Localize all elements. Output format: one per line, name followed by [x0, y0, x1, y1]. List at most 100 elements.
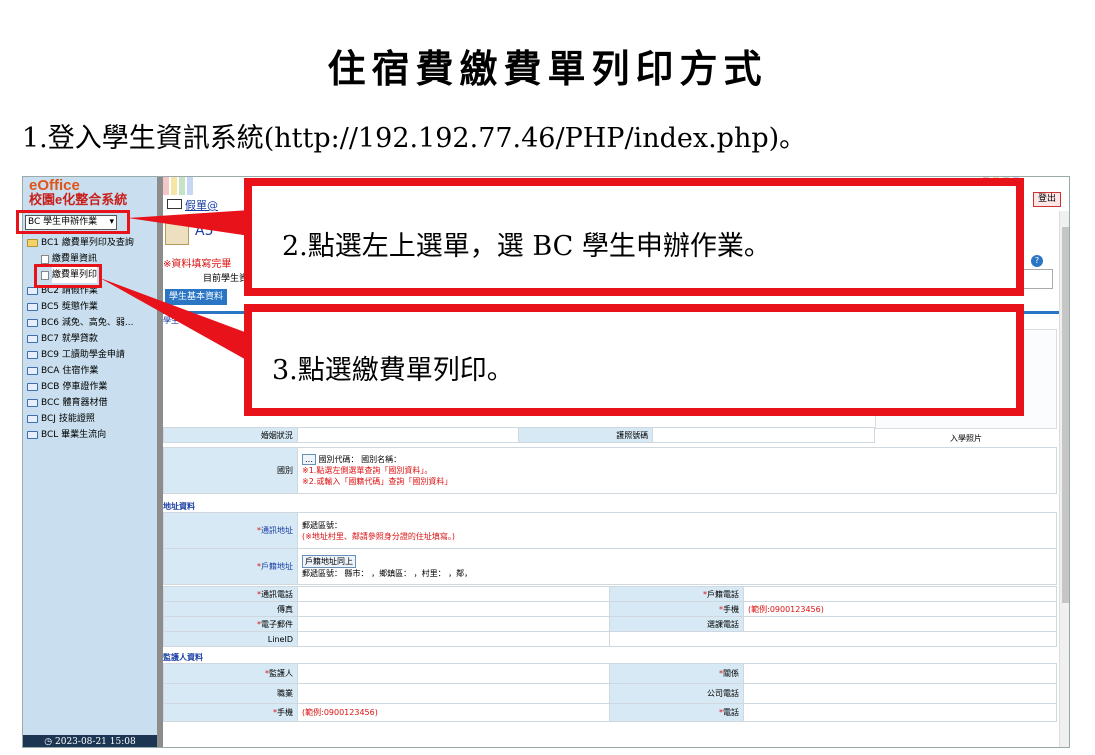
sidebar-item-bc9[interactable]: BC9 工讀助學金申請: [27, 347, 155, 363]
table-row: LineID: [163, 631, 1057, 647]
mail-address-cell[interactable]: 郵遞區號： (※地址村里、鄰請參照身分證的住址填寫。): [297, 512, 1057, 549]
guardian-label: 監護人: [163, 663, 298, 684]
reg-address-text: 郵遞區號： 縣市： ，鄉鎮區： ，村里： ，鄰，: [302, 568, 473, 578]
student-basic-table: 婚姻狀況 護照號碼: [163, 427, 875, 443]
marital-label: 婚姻狀況: [163, 427, 298, 443]
datetime-bar: ◷ 2023-08-21 15:08: [23, 735, 157, 747]
logo-line1: eOffice: [29, 177, 80, 194]
mobile-label: 手機: [609, 601, 744, 617]
document-title: 住宿費繳費單列印方式: [327, 46, 768, 91]
folder-icon: [27, 287, 38, 295]
table-row: 婚姻狀況 護照號碼: [163, 427, 875, 443]
mail-address-label: 通訊地址: [163, 512, 298, 549]
sidebar-item-bc5[interactable]: BC5 獎懲作業: [27, 299, 155, 315]
table-row: 戶籍地址 戶籍地址同上 郵遞區號： 縣市： ，鄉鎮區： ，村里： ，鄰，: [163, 548, 1057, 585]
step-3-text: 3.點選繳費單列印。: [272, 355, 514, 386]
highlight-payment-print: [34, 264, 102, 288]
id-no-value[interactable]: [652, 427, 875, 443]
fax-input[interactable]: [297, 601, 610, 617]
program-icon: [165, 221, 189, 245]
folder-icon: [27, 415, 38, 423]
search-icon[interactable]: …: [302, 454, 316, 465]
email-label: 電子郵件: [163, 616, 298, 632]
comm-phone-label: 通訊電話: [163, 586, 298, 602]
job-label: 職業: [163, 683, 298, 704]
reg-address-label: 戶籍地址: [163, 548, 298, 585]
country-table: 國別 … 國別代碼： 國別名稱： ※1.點選左側選單查詢「國別資料」。 ※2.或…: [163, 447, 1057, 494]
id-no-label: 護照號碼: [518, 427, 654, 443]
highlight-menu-select: [16, 210, 130, 234]
folder-icon: [27, 319, 38, 327]
mail-address-zip: 郵遞區號：: [302, 520, 342, 530]
table-row: 通訊電話 戶籍電話: [163, 586, 1057, 602]
table-row: 職業 公司電話: [163, 683, 1057, 704]
section-student-label: 學生: [163, 316, 179, 325]
table-row: 手機 (範例:0900123456) 電話: [163, 703, 1057, 722]
country-text: 國別代碼： 國別名稱：: [318, 455, 402, 464]
country-note-1: ※1.點選左側選單查詢「國別資料」。: [302, 466, 433, 475]
sidebar-item-bc7[interactable]: BC7 就學貸款: [27, 331, 155, 347]
country-label: 國別: [163, 447, 298, 494]
table-row: 國別 … 國別代碼： 國別名稱： ※1.點選左側選單查詢「國別資料」。 ※2.或…: [163, 447, 1057, 494]
question-icon[interactable]: ?: [1031, 255, 1043, 267]
folder-icon: [27, 335, 38, 343]
company-phone-input[interactable]: [743, 683, 1057, 704]
sidebar-item-bcc[interactable]: BCC 體育器材借: [27, 395, 155, 411]
table-row: 傳真 手機 (範例:0900123456): [163, 601, 1057, 617]
guardian-mobile-hint[interactable]: (範例:0900123456): [297, 703, 610, 722]
mail-icon[interactable]: [167, 199, 182, 209]
decor-stripe: [163, 177, 169, 195]
sidebar-item-bcj[interactable]: BCJ 技能證照: [27, 411, 155, 427]
reg-phone-input[interactable]: [743, 586, 1057, 602]
sidebar-item-bca[interactable]: BCA 住宿作業: [27, 363, 155, 379]
logo-line2: 校園e化整合系統: [29, 192, 128, 207]
table-row: 電子郵件 選課電話: [163, 616, 1057, 632]
comm-phone-input[interactable]: [297, 586, 610, 602]
folder-icon: [27, 303, 38, 311]
email-input[interactable]: [297, 616, 610, 632]
step-1-text: 1.登入學生資訊系統(http://192.192.77.46/PHP/inde…: [22, 123, 807, 154]
sidebar-item-bcb[interactable]: BCB 停車證作業: [27, 379, 155, 395]
lineid-input[interactable]: [297, 631, 610, 647]
scroll-thumb[interactable]: [1062, 227, 1069, 603]
guardian-mobile-label: 手機: [163, 703, 298, 722]
vertical-scrollbar[interactable]: [1059, 211, 1069, 747]
fax-label: 傳真: [163, 601, 298, 617]
guardian-phone-label: 電話: [609, 703, 744, 722]
tab-student-basic[interactable]: 學生基本資料: [165, 289, 227, 305]
decor-stripe: [179, 177, 185, 195]
logout-button[interactable]: 登出: [1033, 192, 1061, 207]
guardian-input[interactable]: [297, 663, 610, 684]
sidebar-item-bc6[interactable]: BC6 減免、高免、弱...: [27, 315, 155, 331]
guardian-phone-input[interactable]: [743, 703, 1057, 722]
class-phone-label: 選課電話: [609, 616, 744, 632]
country-note-2: ※2.或輸入「國籍代碼」查詢「國別資料」: [302, 477, 453, 486]
lineid-label: LineID: [163, 631, 298, 647]
table-row: 通訊地址 郵遞區號： (※地址村里、鄰請參照身分證的住址填寫。): [163, 512, 1057, 549]
sidebar-item-bcl[interactable]: BCL 畢業生流向: [27, 427, 155, 443]
sidebar-item-bc1[interactable]: BC1 繳費單列印及查詢: [27, 235, 155, 251]
marital-value[interactable]: [296, 427, 520, 443]
program-code: A5: [195, 223, 214, 239]
clock-icon: ◷: [44, 737, 55, 747]
guardian-table: 監護人 關係 職業 公司電話 手機 (範例:0900123456) 電話: [163, 663, 1057, 722]
company-phone-label: 公司電話: [609, 683, 744, 704]
same-address-button[interactable]: 戶籍地址同上: [302, 554, 356, 568]
relation-label: 關係: [609, 663, 744, 684]
reg-phone-label: 戶籍電話: [609, 586, 744, 602]
mobile-hint[interactable]: (範例:0900123456): [743, 601, 1057, 617]
photo-label: 入學照片: [950, 434, 982, 443]
callout-step3: 3.點選繳費單列印。: [244, 304, 1024, 416]
decor-stripe: [171, 177, 177, 195]
address-table: 通訊地址 郵遞區號： (※地址村里、鄰請參照身分證的住址填寫。) 戶籍地址 戶籍…: [163, 512, 1057, 585]
folder-icon: [27, 431, 38, 439]
folder-icon: [27, 351, 38, 359]
folder-open-icon: [27, 239, 38, 247]
mail-address-note: (※地址村里、鄰請參照身分證的住址填寫。): [302, 531, 455, 541]
sidebar: eOffice 校園e化整合系統 BC 學生申辦作業 ▾ BC1 繳費單列印及查…: [23, 177, 157, 747]
class-phone-input[interactable]: [743, 616, 1057, 632]
country-cell: … 國別代碼： 國別名稱： ※1.點選左側選單查詢「國別資料」。 ※2.或輸入「…: [297, 447, 1057, 494]
current-student-label: 目前學生資: [203, 274, 249, 284]
job-input[interactable]: [297, 683, 610, 704]
relation-input[interactable]: [743, 663, 1057, 684]
